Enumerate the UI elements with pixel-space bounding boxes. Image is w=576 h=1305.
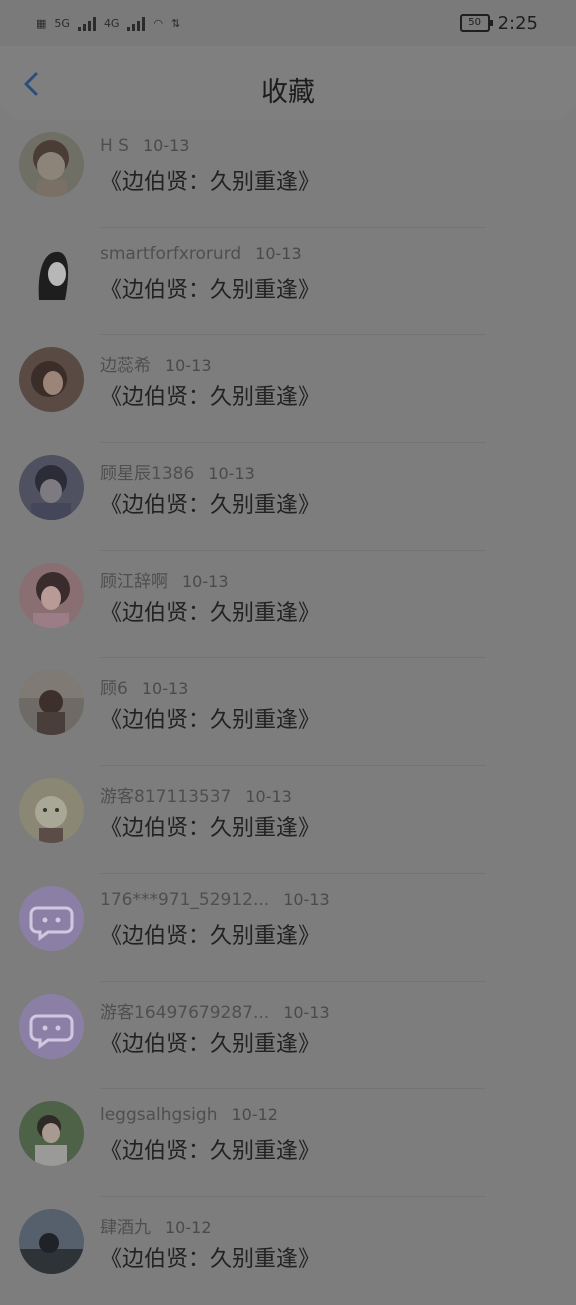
item-title: 《边伯贤：久别重逢》 xyxy=(100,170,321,195)
list-item[interactable]: 顾6 10-13 《边伯贤：久别重逢》 xyxy=(0,658,576,767)
network-5g-label: 5G xyxy=(54,16,70,30)
default-avatar-icon xyxy=(19,885,84,951)
item-meta: 游客817113537 10-13 xyxy=(100,782,292,807)
data-icon: ⇅ xyxy=(171,16,181,30)
list-item[interactable]: 游客817113537 10-13 《边伯贤：久别重逢》 xyxy=(0,766,576,874)
user-name: 顾江辞啊 xyxy=(100,571,168,592)
item-title: 《边伯贤：久别重逢》 xyxy=(100,600,321,626)
item-meta: 顾江辞啊 10-13 xyxy=(100,567,229,592)
item-date: 10-13 xyxy=(245,787,292,807)
list-item[interactable]: H S 10-13 《边伯贤：久别重逢》 xyxy=(0,120,576,228)
item-date: 10-12 xyxy=(165,1217,212,1237)
item-date: 10-13 xyxy=(208,464,255,484)
avatar[interactable] xyxy=(19,885,84,951)
user-name: H S xyxy=(100,136,129,156)
favorites-list: H S 10-13 《边伯贤：久别重逢》 smartforfxrorurd 10-1… xyxy=(0,120,576,1305)
avatar[interactable] xyxy=(19,670,84,736)
item-meta: 肆酒九 10-12 xyxy=(100,1213,212,1238)
item-title: 《边伯贤：久别重逢》 xyxy=(100,1031,321,1057)
list-item[interactable]: smartforfxrorurd 10-13 《边伯贤：久别重逢》 xyxy=(0,228,576,336)
item-title: 《边伯贤：久别重逢》 xyxy=(100,708,321,734)
item-title: 《边伯贤：久别重逢》 xyxy=(100,816,321,842)
item-date: 10-12 xyxy=(231,1105,278,1125)
user-name: smartforfxrorurd xyxy=(100,243,242,264)
battery-level: 50 xyxy=(468,17,481,28)
network-4g-label: 4G xyxy=(103,16,120,30)
item-meta: 顾星辰1386 10-13 xyxy=(100,459,255,484)
item-title: 《边伯贤：久别重逢》 xyxy=(100,385,321,411)
avatar[interactable] xyxy=(19,778,84,844)
user-name: 顾6 xyxy=(100,679,128,700)
item-meta: 顾6 10-13 xyxy=(100,674,188,699)
item-meta: 游客16497679287... 10-13 xyxy=(100,998,330,1023)
avatar[interactable] xyxy=(19,1208,84,1274)
signal-icon xyxy=(77,15,96,31)
user-name: leggsalhgsigh xyxy=(100,1105,218,1126)
item-meta: 边蕊希 10-13 xyxy=(100,351,212,376)
list-item[interactable]: 顾江辞啊 10-13 《边伯贤：久别重逢》 xyxy=(0,551,576,659)
avatar[interactable] xyxy=(19,239,84,305)
item-title: 《边伯贤：久别重逢》 xyxy=(100,923,321,949)
user-name: 肆酒九 xyxy=(100,1217,151,1238)
item-meta: leggsalhgsigh 10-12 xyxy=(100,1105,278,1125)
list-item[interactable]: 176***971_52912... 10-13 《边伯贤：久别重逢》 xyxy=(0,874,576,982)
item-date: 10-13 xyxy=(283,889,330,909)
item-title: 《边伯贤：久别重逢》 xyxy=(100,493,321,519)
top-bar: 收藏 xyxy=(0,46,576,120)
item-title: 《边伯贤：久别重逢》 xyxy=(100,1246,321,1272)
item-date: 10-13 xyxy=(283,1002,330,1022)
item-meta: smartforfxrorurd 10-13 xyxy=(100,244,302,264)
user-name: 顾星辰1386 xyxy=(100,464,195,485)
item-date: 10-13 xyxy=(182,571,229,591)
list-item[interactable]: 游客16497679287... 10-13 《边伯贤：久别重逢》 xyxy=(0,982,576,1090)
user-name: 游客16497679287... xyxy=(100,1002,270,1023)
user-name: 边蕊希 xyxy=(100,356,151,377)
avatar[interactable] xyxy=(19,455,84,521)
user-name: 游客817113537 xyxy=(100,787,232,808)
avatar[interactable] xyxy=(19,132,84,197)
user-name: 176***971_52912... xyxy=(100,889,270,910)
sim-icon: ▦ xyxy=(36,16,47,30)
item-date: 10-13 xyxy=(255,243,302,263)
item-date: 10-13 xyxy=(165,356,212,376)
item-date: 10-13 xyxy=(142,136,190,155)
list-item[interactable]: 肆酒九 10-12 《边伯贤：久别重逢》 xyxy=(0,1197,576,1305)
status-right: 50 2:25 xyxy=(459,12,538,34)
page-title: 收藏 xyxy=(261,77,315,108)
status-left: ▦ 5G 4G ◠ ⇅ xyxy=(36,15,180,31)
avatar[interactable] xyxy=(19,993,84,1059)
item-title: 《边伯贤：久别重逢》 xyxy=(100,277,321,303)
item-title: 《边伯贤：久别重逢》 xyxy=(100,1139,321,1165)
item-date: 10-13 xyxy=(141,679,189,699)
battery-icon: 50 xyxy=(459,14,493,32)
list-item[interactable]: 顾星辰1386 10-13 《边伯贤：久别重逢》 xyxy=(0,443,576,551)
signal-icon-2 xyxy=(127,15,146,31)
list-item[interactable]: leggsalhgsigh 10-12 《边伯贤：久别重逢》 xyxy=(0,1089,576,1197)
avatar[interactable] xyxy=(19,1101,84,1167)
avatar[interactable] xyxy=(19,562,84,628)
avatar[interactable] xyxy=(19,347,84,413)
item-meta: 176***971_52912... 10-13 xyxy=(100,890,330,910)
list-item[interactable]: 边蕊希 10-13 《边伯贤：久别重逢》 xyxy=(0,335,576,444)
clock: 2:25 xyxy=(497,12,538,34)
item-meta: H S 10-13 xyxy=(100,136,189,156)
wifi-icon: ◠ xyxy=(153,16,164,30)
default-avatar-icon xyxy=(19,993,84,1059)
status-bar: ▦ 5G 4G ◠ ⇅ 50 2:25 xyxy=(0,0,576,46)
